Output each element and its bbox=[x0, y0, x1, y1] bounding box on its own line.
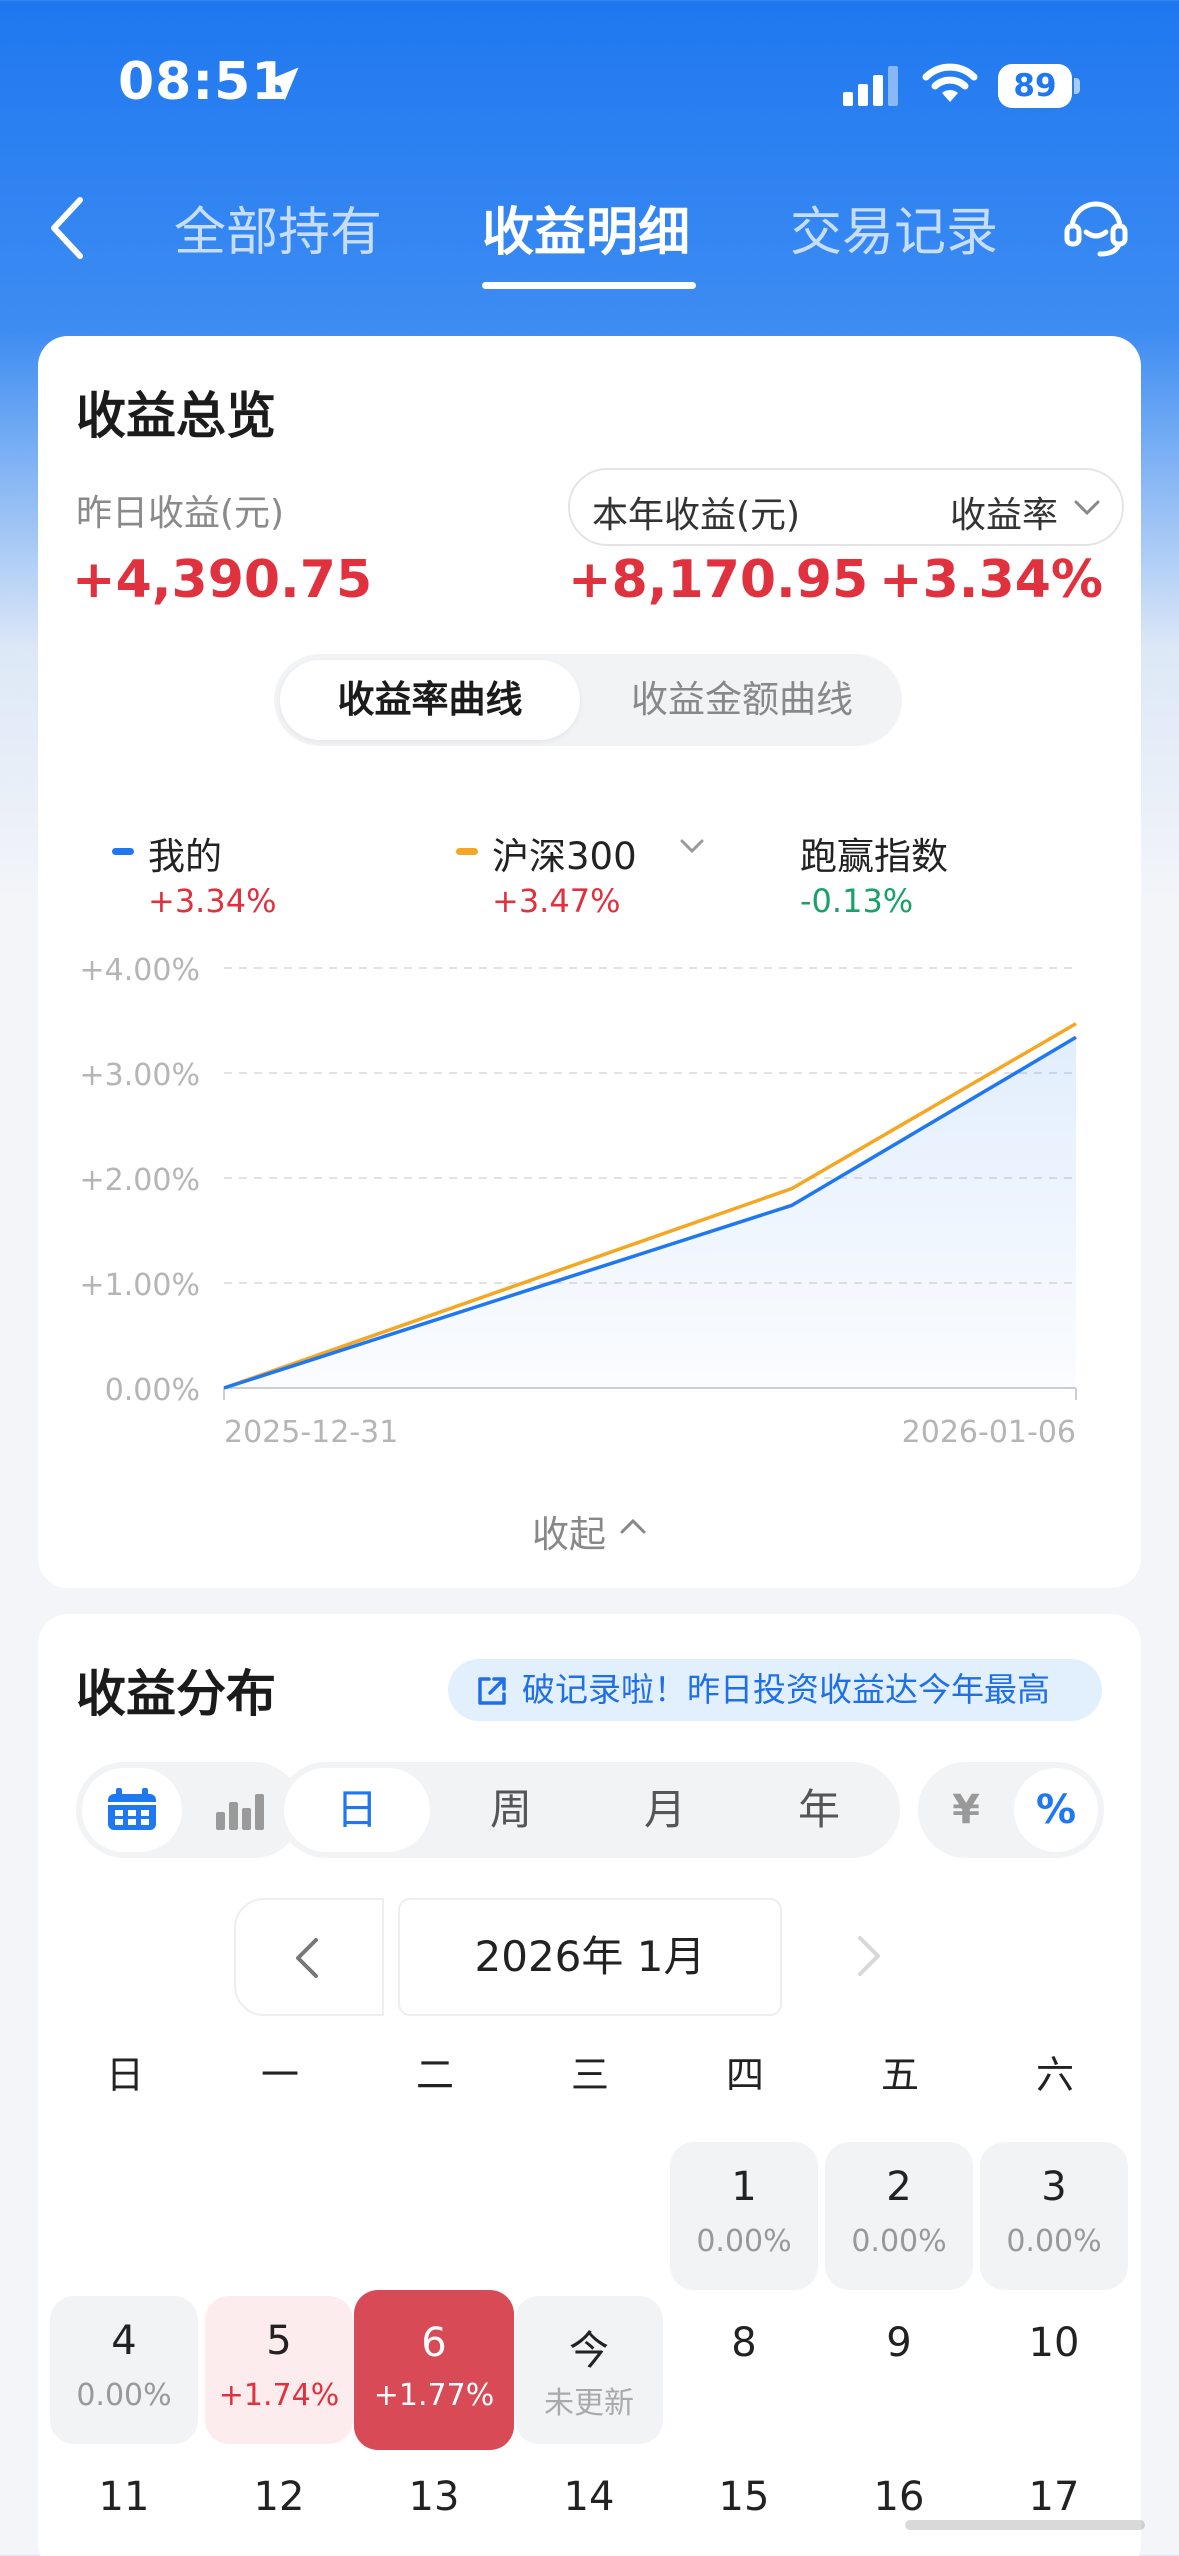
weekday-tue: 二 bbox=[415, 2053, 454, 2097]
unit-selector: ¥ % bbox=[918, 1762, 1104, 1858]
record-banner[interactable]: 破记录啦！昨日投资收益达今年最高 bbox=[448, 1659, 1102, 1721]
day-number: 17 bbox=[1028, 2474, 1080, 2520]
calendar-day-selected[interactable]: 6 +1.77% bbox=[354, 2290, 514, 2450]
calendar-view-button[interactable] bbox=[82, 1768, 182, 1852]
day-return: 0.00% bbox=[1006, 2224, 1102, 2259]
unit-percent[interactable]: % bbox=[1014, 1768, 1098, 1852]
battery-indicator: 89 bbox=[998, 64, 1080, 108]
bar-chart-view-button[interactable] bbox=[190, 1768, 290, 1852]
battery-level: 89 bbox=[998, 64, 1072, 108]
collapse-button[interactable]: 收起 bbox=[532, 1504, 606, 1558]
y-tick-label: +2.00% bbox=[80, 1163, 200, 1198]
month-label: 2026年 1月 bbox=[398, 1898, 782, 2016]
y-tick-label: +1.00% bbox=[80, 1268, 200, 1303]
day-number: 今 bbox=[569, 2328, 609, 2374]
day-number: 11 bbox=[98, 2474, 150, 2520]
return-curve-chart: +4.00% +3.00% +2.00% +1.00% 0.00% 2025-12-31 2… bbox=[80, 953, 1077, 1450]
period-year[interactable]: 年 bbox=[746, 1768, 892, 1852]
earnings-overview-card: 收益总览 昨日收益(元) +4,390.75 本年收益(元) 收益率 +8,17… bbox=[38, 336, 1141, 1588]
calendar-day[interactable]: 17 bbox=[980, 2450, 1128, 2556]
period-month[interactable]: 月 bbox=[592, 1768, 738, 1852]
day-number: 6 bbox=[421, 2320, 447, 2366]
period-day[interactable]: 日 bbox=[284, 1768, 430, 1852]
calendar-day-today[interactable]: 今 未更新 bbox=[515, 2296, 663, 2444]
day-number: 16 bbox=[873, 2474, 925, 2520]
weekday-sat: 六 bbox=[1035, 2053, 1074, 2097]
day-return: +1.74% bbox=[218, 2378, 340, 2413]
y-tick-label: +3.00% bbox=[80, 1058, 200, 1093]
day-number: 8 bbox=[731, 2320, 757, 2366]
external-link-icon bbox=[478, 1677, 506, 1705]
weekday-mon: 一 bbox=[260, 2053, 299, 2097]
period-selector: 日 周 月 年 bbox=[278, 1762, 900, 1858]
day-number: 10 bbox=[1028, 2320, 1080, 2366]
earnings-distribution-card: 收益分布 破记录啦！昨日投资收益达今年最高 日 周 月 年 ¥ % 2026年 … bbox=[38, 1614, 1141, 2556]
view-mode-toggle bbox=[76, 1762, 302, 1858]
calendar-day[interactable]: 3 0.00% bbox=[980, 2142, 1128, 2290]
x-tick-label: 2026-01-06 bbox=[902, 1415, 1076, 1450]
calendar-day[interactable]: 4 0.00% bbox=[50, 2296, 198, 2444]
day-return: 0.00% bbox=[76, 2378, 172, 2413]
calendar-day[interactable]: 15 bbox=[670, 2450, 818, 2556]
prev-month-button[interactable] bbox=[234, 1898, 384, 2016]
calendar-day[interactable]: 11 bbox=[50, 2450, 198, 2556]
day-number: 2 bbox=[886, 2164, 912, 2210]
day-return: 未更新 bbox=[544, 2386, 634, 2421]
period-week[interactable]: 周 bbox=[438, 1768, 584, 1852]
day-return: +1.77% bbox=[373, 2378, 495, 2413]
weekday-sun: 日 bbox=[105, 2053, 144, 2097]
weekday-thu: 四 bbox=[725, 2053, 764, 2097]
calendar-day[interactable]: 9 bbox=[825, 2296, 973, 2444]
x-tick-label: 2025-12-31 bbox=[224, 1415, 398, 1450]
chevron-up-icon[interactable] bbox=[618, 1516, 648, 1538]
calendar-day[interactable]: 16 bbox=[825, 2450, 973, 2556]
distribution-title: 收益分布 bbox=[76, 1665, 276, 1723]
calendar-day[interactable]: 10 bbox=[980, 2296, 1128, 2444]
tab-transactions[interactable]: 交易记录 bbox=[790, 190, 998, 265]
day-number: 9 bbox=[886, 2320, 912, 2366]
chevron-left-icon bbox=[296, 1938, 318, 1978]
active-tab-indicator bbox=[482, 282, 696, 289]
next-month-button[interactable] bbox=[796, 1898, 946, 2016]
calendar-day[interactable]: 13 bbox=[360, 2450, 508, 2556]
day-number: 12 bbox=[253, 2474, 305, 2520]
calendar-icon bbox=[108, 1788, 156, 1830]
day-return: 0.00% bbox=[851, 2224, 947, 2259]
weekday-wed: 三 bbox=[570, 2053, 609, 2097]
calendar-day[interactable]: 14 bbox=[515, 2450, 663, 2556]
battery-tip bbox=[1074, 78, 1080, 94]
location-arrow-icon bbox=[265, 67, 299, 101]
cellular-signal-icon bbox=[843, 66, 898, 106]
calendar-day[interactable]: 2 0.00% bbox=[825, 2142, 973, 2290]
day-number: 15 bbox=[718, 2474, 770, 2520]
day-number: 1 bbox=[731, 2164, 757, 2210]
bar-chart-icon bbox=[216, 1794, 264, 1830]
calendar-day[interactable]: 12 bbox=[205, 2450, 353, 2556]
wifi-icon bbox=[922, 63, 978, 102]
unit-amount[interactable]: ¥ bbox=[924, 1768, 1008, 1852]
back-chevron-icon[interactable] bbox=[40, 188, 100, 268]
calendar-day[interactable]: 1 0.00% bbox=[670, 2142, 818, 2290]
day-number: 14 bbox=[563, 2474, 615, 2520]
chevron-right-icon bbox=[858, 1936, 880, 1976]
day-number: 3 bbox=[1041, 2164, 1067, 2210]
tab-all-holdings[interactable]: 全部持有 bbox=[174, 190, 382, 265]
home-indicator bbox=[905, 2520, 1145, 2530]
day-return: 0.00% bbox=[696, 2224, 792, 2259]
customer-service-icon[interactable] bbox=[1060, 190, 1132, 262]
day-number: 13 bbox=[408, 2474, 460, 2520]
series-area bbox=[224, 1037, 1076, 1388]
calendar-day[interactable]: 5 +1.74% bbox=[205, 2296, 353, 2444]
record-banner-text: 破记录啦！昨日投资收益达今年最高 bbox=[522, 1670, 1050, 1709]
status-bar: 08:51 89 bbox=[0, 0, 1179, 170]
day-number: 5 bbox=[266, 2318, 292, 2364]
day-number: 4 bbox=[111, 2318, 137, 2364]
tab-earnings-detail[interactable]: 收益明细 bbox=[482, 190, 690, 265]
y-tick-label: +4.00% bbox=[80, 953, 200, 988]
y-tick-label: 0.00% bbox=[105, 1373, 200, 1408]
weekday-fri: 五 bbox=[880, 2053, 919, 2097]
calendar-day[interactable]: 8 bbox=[670, 2296, 818, 2444]
